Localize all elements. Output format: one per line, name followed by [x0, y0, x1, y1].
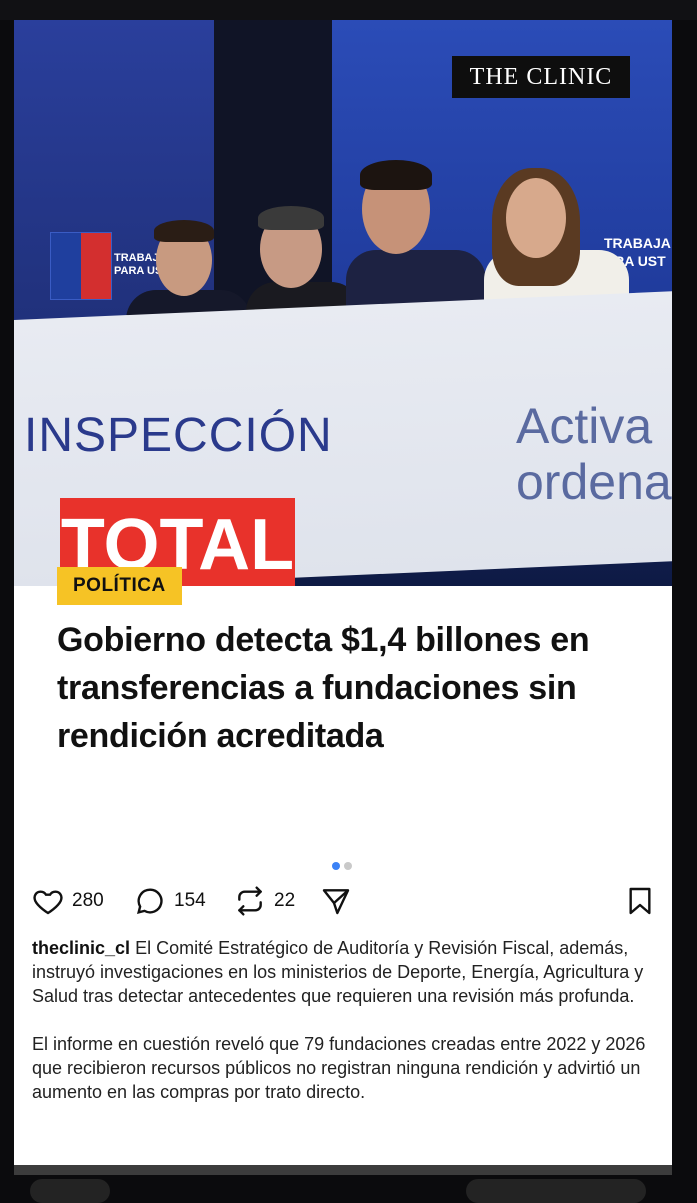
carousel-dot-active — [332, 862, 340, 870]
person-3-hair — [360, 160, 432, 190]
nav-pill-right[interactable] — [466, 1179, 646, 1203]
the-clinic-logo: THE CLINIC — [452, 56, 630, 98]
share-icon — [322, 889, 350, 915]
username[interactable]: theclinic_cl — [32, 938, 130, 958]
scroll-handle — [14, 1165, 672, 1175]
comment-count: 154 — [174, 890, 206, 911]
heart-icon — [33, 890, 63, 915]
podium-text-activa: Activa ordena — [516, 398, 672, 510]
post-headline: Gobierno detecta $1,4 billones en transf… — [57, 621, 590, 755]
action-bar: 280 154 22 — [32, 883, 652, 919]
like-button[interactable]: 280 — [32, 883, 104, 919]
bookmark-icon — [629, 887, 651, 915]
person-1-hair — [154, 220, 214, 242]
podium-line-2: ordena — [516, 454, 672, 510]
share-button[interactable] — [320, 883, 360, 919]
status-bar — [0, 0, 697, 20]
caption-paragraph-2: El informe en cuestión reveló que 79 fun… — [32, 1034, 646, 1102]
podium-text-inspeccion: INSPECCIÓN — [24, 409, 333, 462]
category-tag: POLÍTICA — [57, 567, 182, 605]
person-4-head — [506, 178, 566, 258]
carousel-indicator — [332, 857, 356, 875]
person-2-hair — [258, 206, 324, 230]
gobierno-logo — [50, 232, 112, 300]
like-count: 280 — [72, 890, 104, 911]
bottom-bar — [0, 1165, 697, 1203]
podium-line-1: Activa — [516, 398, 653, 454]
repost-button[interactable]: 22 — [234, 883, 295, 919]
post-caption: theclinic_cl El Comité Estratégico de Au… — [32, 936, 652, 1128]
comment-icon — [137, 888, 163, 914]
caption-paragraph-1: theclinic_cl El Comité Estratégico de Au… — [32, 936, 652, 1008]
repost-count: 22 — [274, 890, 296, 911]
nav-pill-left[interactable] — [30, 1179, 110, 1203]
post-image[interactable]: TRABAJA PARA UST TRABAJA ARA UST INSPECC… — [14, 20, 672, 586]
carousel-dot — [344, 862, 352, 870]
repost-icon — [238, 886, 262, 916]
post-card: TRABAJA PARA UST TRABAJA ARA UST INSPECC… — [14, 20, 672, 1165]
comment-button[interactable]: 154 — [134, 883, 206, 919]
bookmark-button[interactable] — [624, 883, 664, 919]
